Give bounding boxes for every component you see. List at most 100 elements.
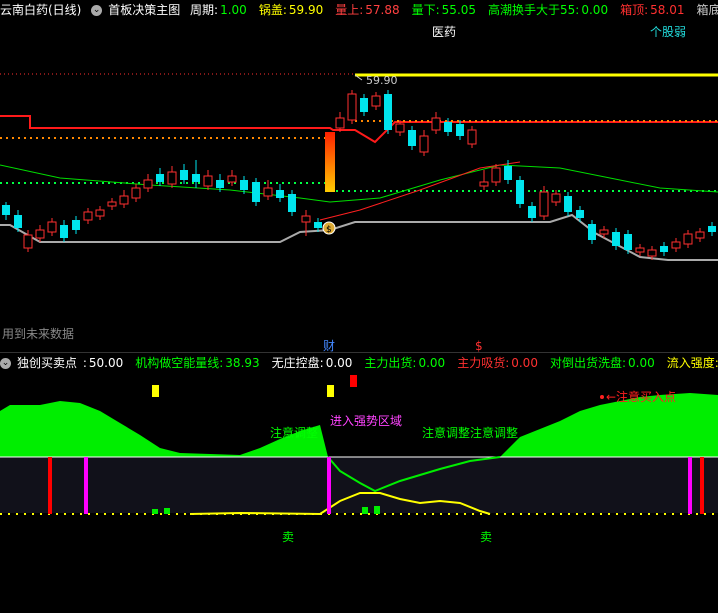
- candle-body: [216, 180, 224, 188]
- indicator-fields: :50.00 机构做空能量线: 38.93 无庄控盘: 0.00 主力出货: 0.00 主力吸…: [83, 356, 718, 370]
- candle-body: [192, 174, 200, 182]
- candle-body: [624, 234, 632, 250]
- chevron-down-icon[interactable]: ⌄: [91, 5, 103, 16]
- candle-body: [263, 187, 273, 197]
- candle-group: [2, 90, 716, 260]
- candle-body: [252, 182, 260, 202]
- candle-body: [408, 130, 416, 146]
- ind-field-2: 无庄控盘: 0.00: [272, 356, 359, 370]
- tag-yiyao: 医药: [432, 25, 456, 39]
- chevron-down-icon-2[interactable]: ⌄: [0, 358, 11, 369]
- main-field-3: 量下: 55.05: [412, 3, 482, 17]
- ind-field-6: 流入强度:1.00: [667, 356, 718, 370]
- indicator-name[interactable]: 独创买卖点: [17, 356, 77, 370]
- ind-field-value-1: 38.93: [225, 356, 260, 370]
- candle-body: [83, 211, 93, 221]
- marker-dollar: $: [475, 339, 483, 352]
- candle-body: [528, 206, 536, 218]
- ind-field-value-0: 50.00: [88, 356, 124, 370]
- main-field-value-4: 0.00: [581, 3, 609, 17]
- candle-body: [143, 179, 153, 189]
- ind-field-label-1: 机构做空能量线:: [135, 356, 224, 370]
- candle-body: [695, 231, 705, 239]
- red-resistance-line: [0, 115, 718, 144]
- main-field-6: 箱底:51.75: [696, 3, 718, 17]
- candle-body: [576, 210, 584, 218]
- candle-body: [479, 181, 489, 187]
- main-field-5: 箱顶: 58.01: [620, 3, 690, 17]
- yellow-marker-2: [327, 385, 334, 397]
- ind-field-label-2: 无庄控盘:: [271, 356, 324, 370]
- candle-body: [467, 129, 477, 145]
- main-field-1: 锅盖: 59.90: [259, 3, 329, 17]
- candle-body: [47, 221, 57, 233]
- main-field-label-3: 量下:: [411, 3, 440, 17]
- main-indicator-name[interactable]: 首板决策主图: [108, 3, 180, 17]
- indicator-info-bar: ⌄ 独创买卖点 :50.00 机构做空能量线: 38.93 无庄控盘: 0.00 主力出货:…: [0, 352, 718, 373]
- ind-field-value-5: 0.00: [628, 356, 655, 370]
- main-indicator-fields: 周期: 1.00 锅盖: 59.90 量上: 57.88 量下: 55.05 高潮换手大于55:…: [190, 3, 718, 17]
- ind-field-value-3: 0.00: [418, 356, 446, 370]
- note-adjust-2: 注意调整注意调整: [422, 425, 518, 440]
- note-adjust-1: 注意调整: [270, 425, 318, 440]
- candle-body: [288, 194, 296, 212]
- gray-support-line: [0, 213, 718, 261]
- candle-body: [276, 190, 284, 198]
- main-field-value-2: 57.88: [365, 3, 400, 17]
- marker-cai: 财: [323, 339, 335, 352]
- magenta-signal-bar-3: [688, 457, 692, 514]
- green-small-bar-4: [374, 506, 380, 514]
- candle-body: [708, 226, 716, 232]
- tag-gegu: 个股弱: [650, 25, 686, 39]
- main-info-bar: 云南白药(日线) ⌄ 首板决策主图 周期: 1.00 锅盖: 59.90 量上: 57.88…: [0, 0, 718, 20]
- main-field-2: 量上: 57.88: [335, 3, 405, 17]
- candle-body: [240, 180, 248, 190]
- green-small-bar-1: [152, 509, 158, 514]
- main-field-0: 周期: 1.00: [190, 3, 253, 17]
- candle-body: [180, 170, 188, 180]
- candle-body: [491, 167, 501, 183]
- ind-field-1: 机构做空能量线: 38.93: [135, 356, 265, 370]
- main-field-4: 高潮换手大于55: 0.00: [488, 3, 614, 17]
- ind-field-value-2: 0.00: [325, 356, 353, 370]
- main-field-label-1: 锅盖:: [258, 3, 287, 17]
- green-ma-line: [0, 164, 718, 203]
- red-signal-bar-1: [48, 457, 52, 514]
- breakout-volume-bar: [325, 132, 335, 192]
- candle-body: [551, 193, 561, 203]
- main-field-value-5: 58.01: [650, 3, 685, 17]
- ind-field-label-5: 对倒出货洗盘:: [549, 356, 626, 370]
- main-field-value-3: 55.05: [441, 3, 477, 17]
- indicator-chart[interactable]: 注意调整 进入强势区域 注意调整注意调整 ←注意买入点 卖 卖: [0, 373, 718, 613]
- note-strong-zone: 进入强势区域: [330, 414, 402, 428]
- candle-body: [35, 229, 45, 239]
- ind-field-5: 对倒出货洗盘: 0.00: [550, 356, 661, 370]
- main-candlestick-chart[interactable]: 59.90 医药 个股弱 $ 用到未来数据 财 $: [0, 20, 718, 352]
- main-field-label-4: 高潮换手大于55:: [488, 3, 580, 17]
- candle-body: [227, 175, 237, 183]
- candle-body: [660, 246, 668, 252]
- candle-body: [203, 175, 213, 187]
- candle-body: [60, 225, 68, 238]
- candle-body: [14, 215, 22, 228]
- candle-body: [444, 122, 452, 132]
- candle-body: [635, 247, 645, 253]
- candle-body: [516, 180, 524, 204]
- candle-body: [456, 124, 464, 136]
- green-small-bar-3: [362, 507, 368, 514]
- candle-body: [504, 166, 512, 180]
- note-buy-point: ←注意买入点: [606, 389, 676, 404]
- main-field-label-5: 箱顶:: [620, 3, 649, 17]
- candle-body: [95, 209, 105, 217]
- candle-body: [335, 117, 345, 129]
- ind-field-label-3: 主力出货:: [364, 356, 417, 370]
- candle-body: [72, 220, 80, 230]
- candle-body: [107, 201, 117, 207]
- magenta-signal-bar-2: [327, 457, 331, 514]
- buy-point-dot: [600, 395, 604, 399]
- ind-field-label-4: 主力吸货:: [457, 356, 510, 370]
- candle-body: [395, 123, 405, 133]
- money-bag-glyph: $: [326, 225, 332, 235]
- future-data-note: 用到未来数据: [2, 326, 74, 341]
- main-field-label-6: 箱底:: [696, 3, 718, 17]
